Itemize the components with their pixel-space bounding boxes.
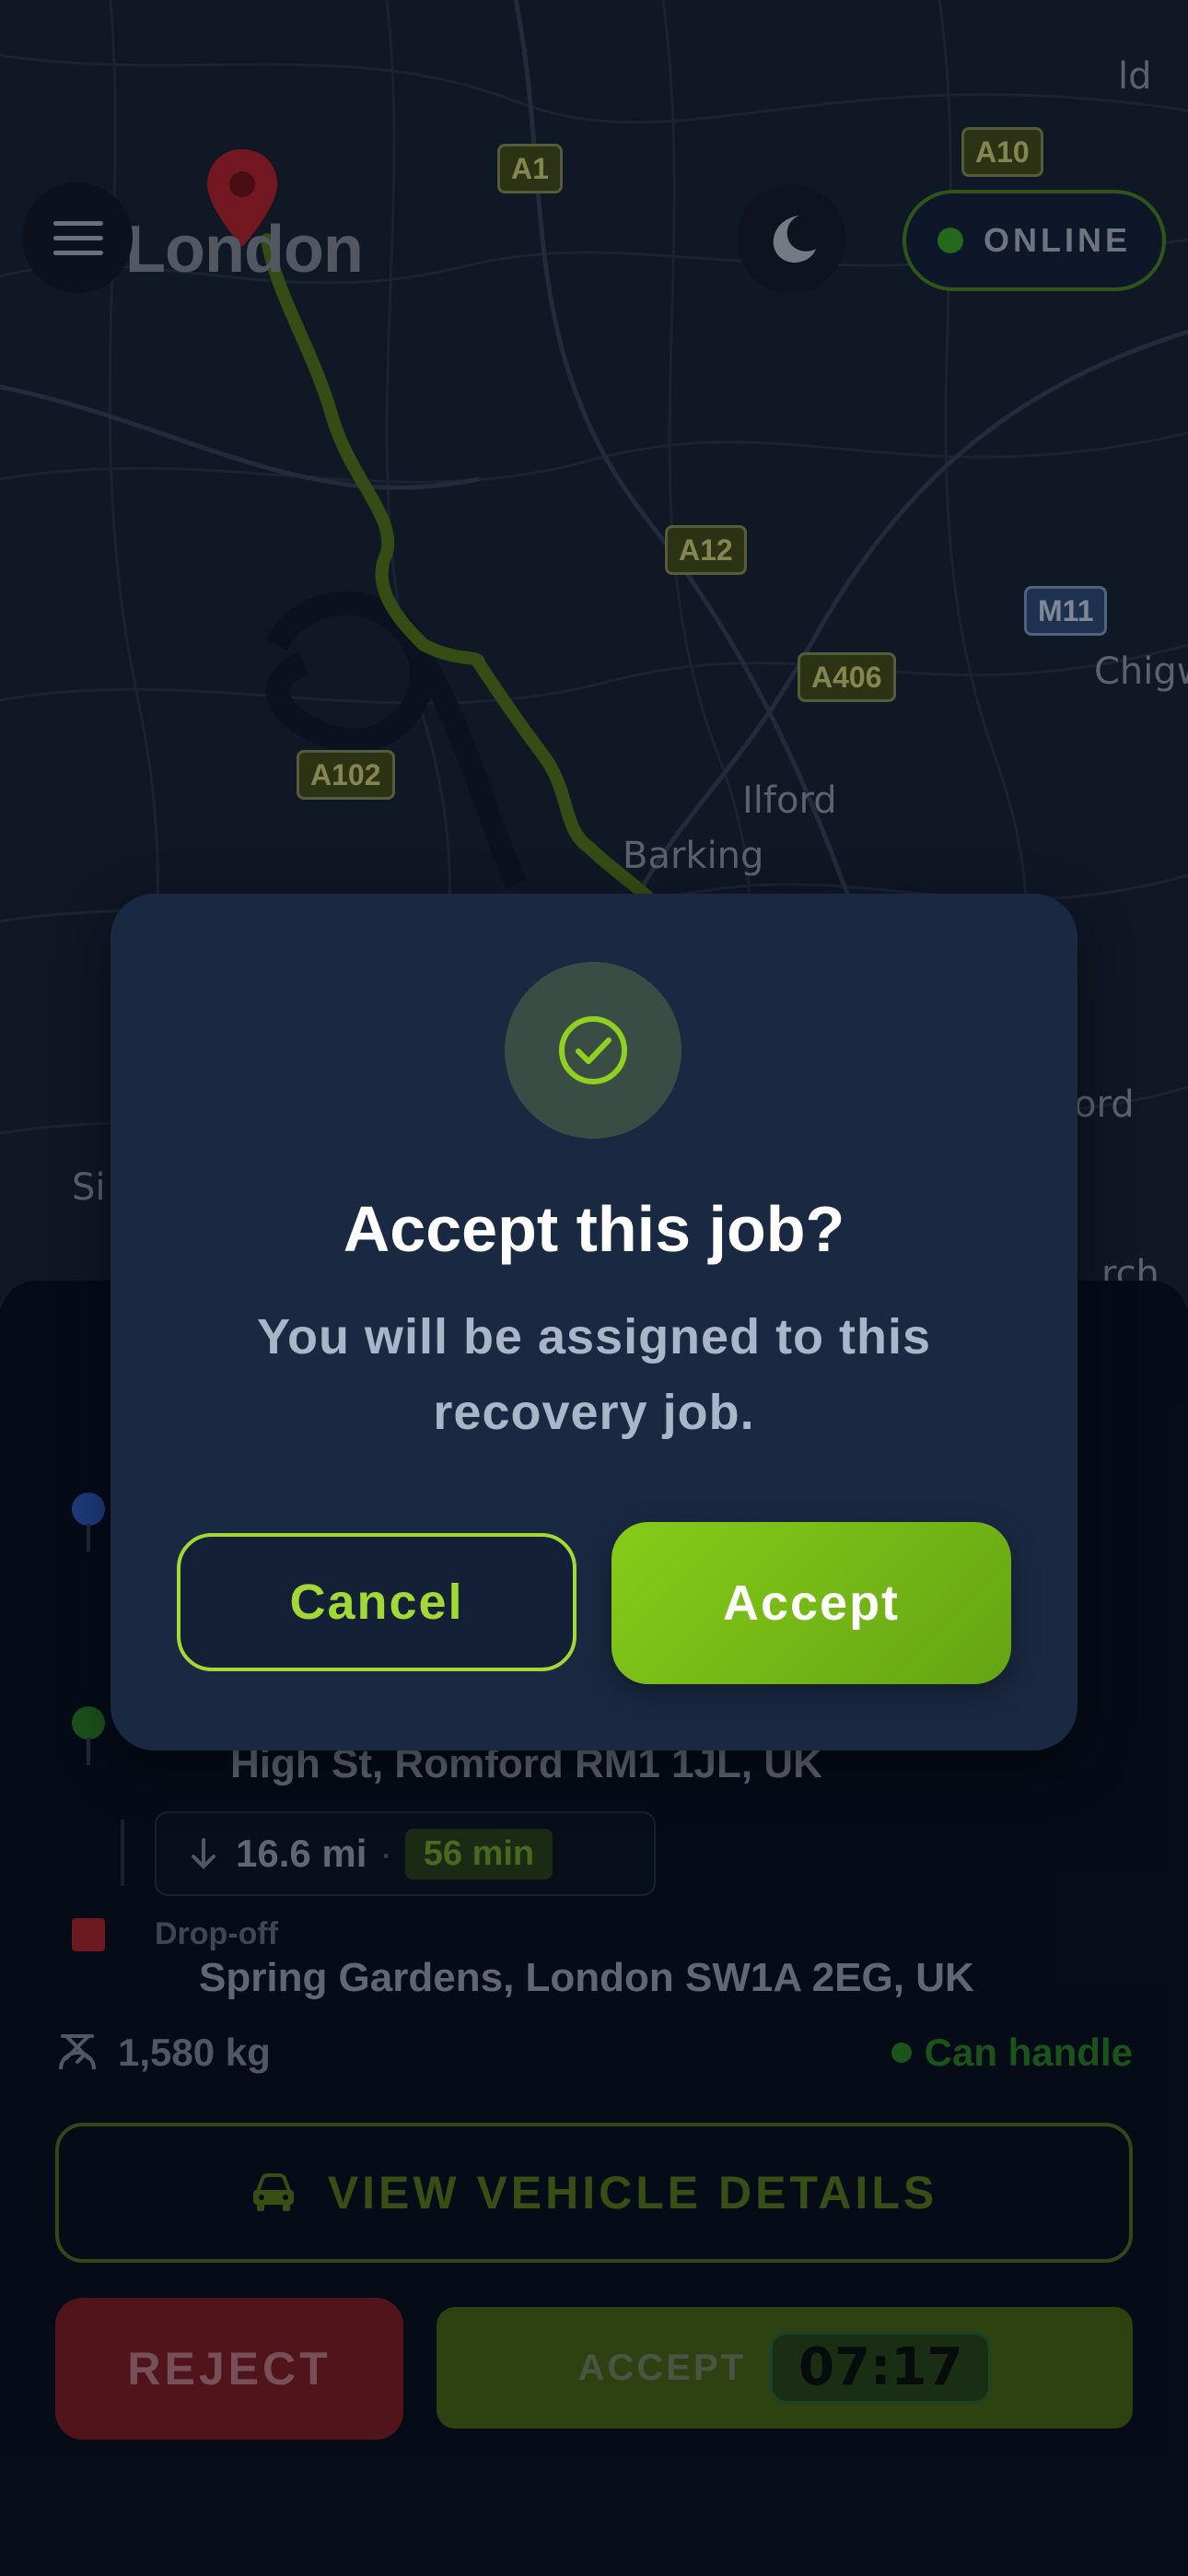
confirm-badge	[505, 962, 681, 1139]
cancel-button[interactable]: Cancel	[177, 1533, 577, 1671]
accept-job-dialog: Accept this job? You will be assigned to…	[111, 894, 1077, 1751]
check-circle-icon	[559, 1016, 627, 1084]
dialog-message: You will be assigned to this recovery jo…	[256, 1309, 932, 1440]
dialog-title: Accept this job?	[343, 1193, 845, 1265]
accept-button[interactable]: Accept	[611, 1522, 1011, 1684]
